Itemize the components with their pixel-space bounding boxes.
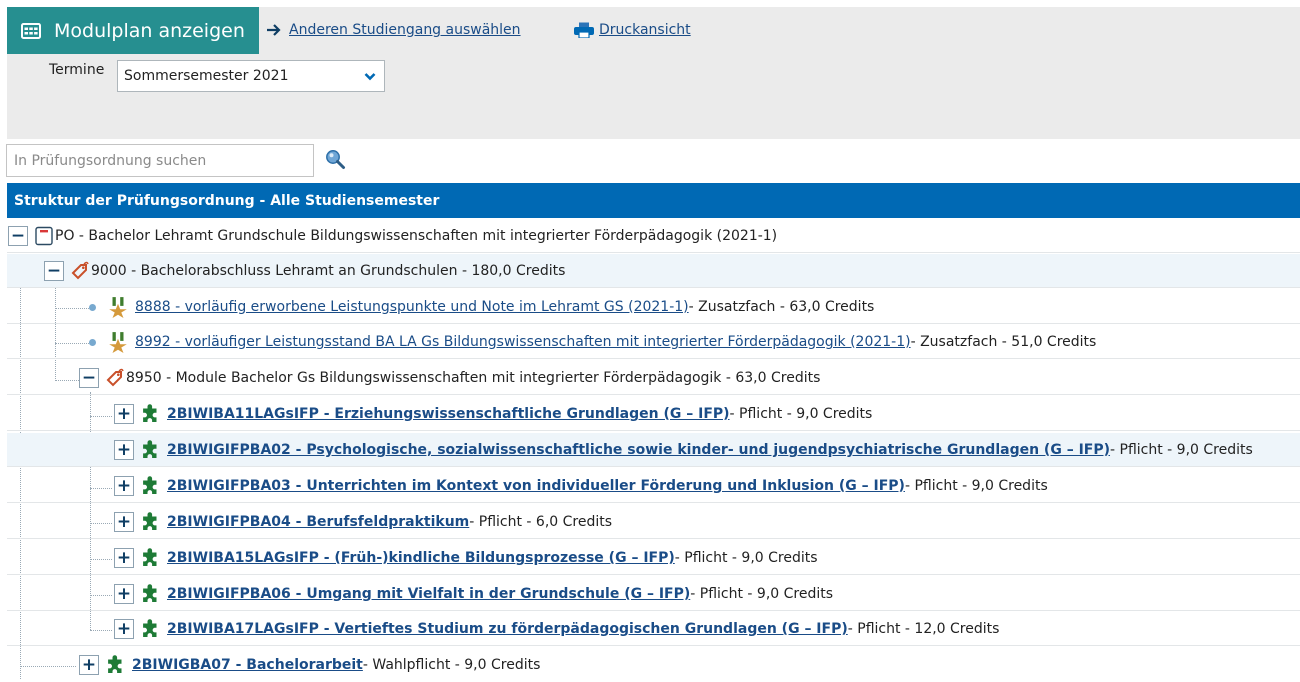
tree-node-module: + 2BIWIGIFPBA04 - Berufsfeldpraktikum - … [114, 505, 612, 539]
tree-node-suffix: - Pflicht - 9,0 Credits [674, 550, 818, 566]
search-input[interactable]: In Prüfungsordnung suchen [6, 144, 314, 177]
puzzle-icon [140, 548, 160, 568]
calendar-table-icon [21, 22, 41, 39]
search-icon[interactable] [324, 148, 346, 170]
tree-row-8950: − 8950 - Module Bachelor Gs Bildungswiss… [7, 361, 1300, 395]
tree-row-module: + 2BIWIGBA07 - Bachelorarbeit - Wahlpfli… [7, 648, 1300, 679]
tree-node-suffix: - Pflicht - 9,0 Credits [690, 586, 834, 602]
tree-row-module: + 2BIWIBA17LAGsIFP - Vertieftes Studium … [7, 612, 1300, 646]
tree-node-module: + 2BIWIBA11LAGsIFP - Erziehungswissensch… [114, 397, 872, 431]
search-placeholder: In Prüfungsordnung suchen [14, 152, 207, 169]
printer-icon [574, 22, 594, 38]
tree-row-module: + 2BIWIGIFPBA04 - Berufsfeldpraktikum - … [7, 505, 1300, 539]
medal-icon [107, 296, 129, 318]
tree-node-link[interactable]: 2BIWIGIFPBA03 - Unterrichten im Kontext … [167, 478, 905, 494]
tree-node-link[interactable]: 2BIWIGIFPBA02 - Psychologische, sozialwi… [167, 442, 1110, 458]
tree-header: Struktur der Prüfungsordnung - Alle Stud… [7, 183, 1300, 218]
tree-node-8992: 8992 - vorläufiger Leistungsstand BA LA … [89, 325, 1096, 359]
tree-node-8888: 8888 - vorläufig erworbene Leistungspunk… [89, 290, 874, 324]
chevron-down-icon [364, 73, 376, 81]
tree-node-suffix: - Pflicht - 12,0 Credits [847, 621, 1000, 637]
tree-node-link[interactable]: 2BIWIGIFPBA04 - Berufsfeldpraktikum [167, 514, 469, 530]
expand-toggle[interactable]: + [114, 512, 134, 532]
tree-row-9000: − 9000 - Bachelorabschluss Lehramt an Gr… [7, 254, 1300, 288]
tree-node-link[interactable]: 2BIWIGBA07 - Bachelorarbeit [132, 657, 363, 673]
expand-toggle[interactable]: + [114, 476, 134, 496]
tag-icon [105, 368, 125, 388]
tree-node-suffix: - Pflicht - 9,0 Credits [904, 478, 1048, 494]
tree-node-module: + 2BIWIBA17LAGsIFP - Vertieftes Studium … [114, 612, 999, 646]
tree-node-label: PO - Bachelor Lehramt Grundschule Bildun… [55, 228, 778, 244]
tree-node-link[interactable]: 2BIWIBA15LAGsIFP - (Früh-)kindliche Bild… [167, 550, 675, 566]
tree-node-module: + 2BIWIGIFPBA02 - Psychologische, sozial… [114, 433, 1253, 467]
collapse-toggle[interactable]: − [8, 226, 28, 246]
puzzle-icon [140, 512, 160, 532]
expand-toggle[interactable]: + [114, 584, 134, 604]
tree-node-suffix: - Zusatzfach - 63,0 Credits [688, 299, 875, 315]
change-program-link[interactable]: Anderen Studiengang auswählen [266, 22, 521, 38]
tree-leaf-dot [89, 338, 96, 346]
termine-select[interactable]: Sommersemester 2021 [117, 60, 385, 92]
tree-row-module: + 2BIWIBA11LAGsIFP - Erziehungswissensch… [7, 397, 1300, 431]
print-view-label[interactable]: Druckansicht [599, 22, 691, 38]
print-view-link[interactable]: Druckansicht [573, 22, 691, 38]
exam-regulation-icon [34, 226, 54, 246]
tree-row-8992: 8992 - vorläufiger Leistungsstand BA LA … [7, 325, 1300, 359]
tree-header-title: Struktur der Prüfungsordnung - Alle Stud… [14, 192, 440, 209]
change-program-label[interactable]: Anderen Studiengang auswählen [289, 22, 521, 38]
tree-row-module: + 2BIWIGIFPBA06 - Umgang mit Vielfalt in… [7, 577, 1300, 611]
termine-label: Termine [49, 62, 105, 78]
tag-icon [70, 261, 90, 281]
tree-node-po: − PO - Bachelor Lehramt Grundschule Bild… [8, 219, 777, 253]
tree-node-link[interactable]: 2BIWIBA17LAGsIFP - Vertieftes Studium zu… [167, 621, 848, 637]
tree-node-link[interactable]: 2BIWIGIFPBA06 - Umgang mit Vielfalt in d… [167, 586, 690, 602]
arrow-right-icon [267, 24, 281, 36]
puzzle-icon [140, 440, 160, 460]
tree-row-po: − PO - Bachelor Lehramt Grundschule Bild… [7, 219, 1300, 253]
puzzle-icon [140, 476, 160, 496]
tree-node-8950: − 8950 - Module Bachelor Gs Bildungswiss… [79, 361, 820, 395]
collapse-toggle[interactable]: − [44, 261, 64, 281]
tree-node-9000: − 9000 - Bachelorabschluss Lehramt an Gr… [44, 254, 565, 288]
tree-row-module: + 2BIWIBA15LAGsIFP - (Früh-)kindliche Bi… [7, 541, 1300, 575]
expand-toggle[interactable]: + [114, 619, 134, 639]
tree-leaf-dot [89, 303, 96, 311]
tab-modulplan-label: Modulplan anzeigen [54, 19, 245, 42]
tree-row-module: + 2BIWIGIFPBA03 - Unterrichten im Kontex… [7, 469, 1300, 503]
tree-node-suffix: - Pflicht - 9,0 Credits [1110, 442, 1253, 458]
toolbar-panel: Modulplan anzeigen Anderen Studiengang a… [7, 7, 1300, 139]
tree-node-link[interactable]: 8992 - vorläufiger Leistungsstand BA LA … [135, 334, 911, 350]
expand-toggle[interactable]: + [79, 655, 99, 675]
tree-row-8888: 8888 - vorläufig erworbene Leistungspunk… [7, 290, 1300, 324]
collapse-toggle[interactable]: − [79, 368, 99, 388]
tab-modulplan[interactable]: Modulplan anzeigen [7, 7, 259, 54]
expand-toggle[interactable]: + [114, 548, 134, 568]
puzzle-icon [105, 655, 125, 675]
puzzle-icon [140, 619, 160, 639]
tree-row-module: + 2BIWIGIFPBA02 - Psychologische, sozial… [7, 433, 1300, 467]
tree-node-module: + 2BIWIGIFPBA06 - Umgang mit Vielfalt in… [114, 577, 833, 611]
tree-node-module: + 2BIWIBA15LAGsIFP - (Früh-)kindliche Bi… [114, 541, 818, 575]
tree-node-link[interactable]: 2BIWIBA11LAGsIFP - Erziehungswissenschaf… [167, 406, 730, 422]
expand-toggle[interactable]: + [114, 404, 134, 424]
tree-node-suffix: - Wahlpflicht - 9,0 Credits [362, 657, 541, 673]
tree-node-label: 9000 - Bachelorabschluss Lehramt an Grun… [91, 263, 566, 279]
tree-node-module: + 2BIWIGIFPBA03 - Unterrichten im Kontex… [114, 469, 1048, 503]
tree-node-suffix: - Zusatzfach - 51,0 Credits [910, 334, 1097, 350]
termine-selected-value: Sommersemester 2021 [124, 68, 289, 84]
tree-node-module: + 2BIWIGBA07 - Bachelorarbeit - Wahlpfli… [79, 648, 540, 682]
tree-node-label: 8950 - Module Bachelor Gs Bildungswissen… [126, 370, 821, 386]
tree-node-suffix: - Pflicht - 6,0 Credits [469, 514, 613, 530]
expand-toggle[interactable]: + [114, 440, 134, 460]
medal-icon [107, 331, 129, 353]
tree-node-suffix: - Pflicht - 9,0 Credits [729, 406, 873, 422]
puzzle-icon [140, 584, 160, 604]
puzzle-icon [140, 404, 160, 424]
tree-node-link[interactable]: 8888 - vorläufig erworbene Leistungspunk… [135, 299, 689, 315]
